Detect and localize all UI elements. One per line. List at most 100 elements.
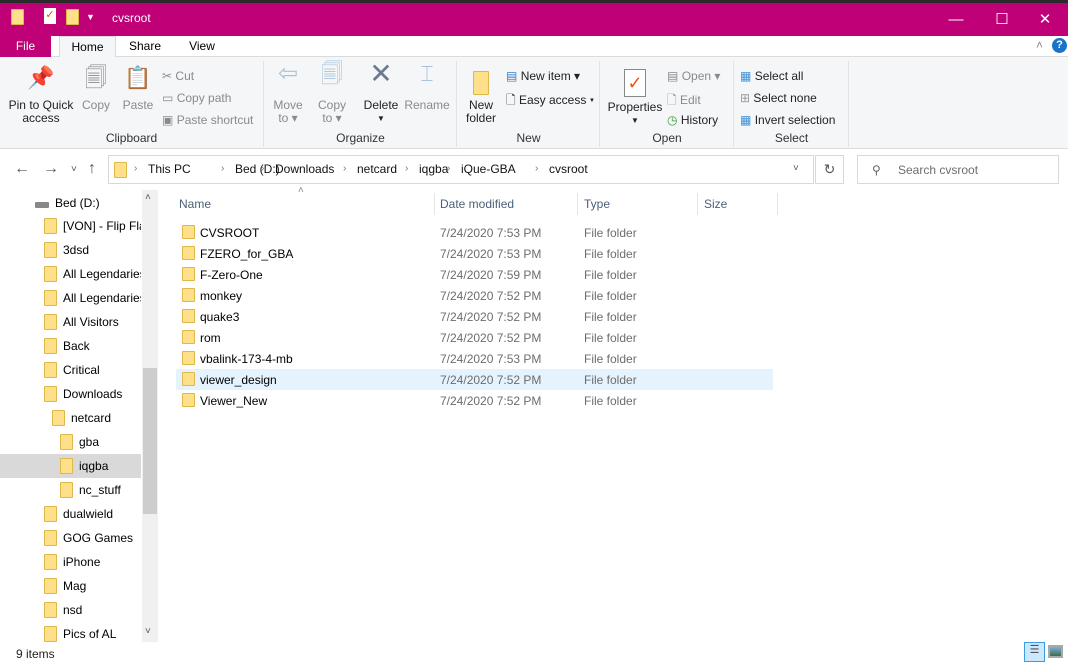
tab-share[interactable]: Share (118, 36, 172, 57)
pin-to-quick-access-button[interactable]: 📌 Pin to Quick access (6, 67, 76, 125)
select-none-button[interactable]: ⊞ Select none (740, 91, 817, 105)
address-bar[interactable]: › This PC › Bed (D:) › Downloads › netcard › iqgb… (108, 155, 814, 184)
invert-selection-button[interactable]: ▦ Invert selection (740, 113, 835, 127)
copy-path-button[interactable]: ▭ Copy path (162, 91, 231, 105)
file-row[interactable]: quake3 7/24/2020 7:52 PM File folder (176, 306, 773, 327)
customize-toolbar-icon[interactable]: ▼ (86, 12, 95, 22)
sidebar-item[interactable]: 3dsd (0, 238, 141, 262)
file-row[interactable]: rom 7/24/2020 7:52 PM File folder (176, 327, 773, 348)
file-row[interactable]: CVSROOT 7/24/2020 7:53 PM File folder (176, 222, 773, 243)
sidebar-item[interactable]: Back (0, 334, 141, 358)
tab-home[interactable]: Home (59, 36, 116, 58)
easy-access-button[interactable]: 🗋 Easy access ▾ (506, 91, 594, 112)
breadcrumb-separator-icon[interactable]: › (221, 163, 224, 174)
breadcrumb-item[interactable]: iQue-GBA (461, 162, 516, 176)
folder-icon (44, 602, 57, 618)
search-input[interactable]: ⚲ Search cvsroot (857, 155, 1059, 184)
copy-button[interactable]: 🗐 Copy (80, 67, 112, 112)
forward-button[interactable]: → (43, 160, 59, 178)
back-button[interactable]: ← (14, 160, 30, 178)
sidebar-item[interactable]: Downloads (0, 382, 141, 406)
rename-button[interactable]: ⌶ Rename (404, 63, 450, 112)
sidebar-item[interactable]: iPhone (0, 550, 141, 574)
maximize-button[interactable]: ☐ (979, 6, 1025, 34)
scrollbar-thumb[interactable] (143, 368, 157, 514)
recent-locations-button[interactable]: ˅ (71, 164, 77, 175)
edit-button[interactable]: 🗋 Edit (667, 91, 701, 112)
sidebar-item[interactable]: nc_stuff (0, 478, 141, 502)
breadcrumb-item[interactable]: Downloads (275, 162, 334, 176)
file-row[interactable]: FZERO_for_GBA 7/24/2020 7:53 PM File folde… (176, 243, 773, 264)
paste-shortcut-button[interactable]: ▣ Paste shortcut (162, 113, 253, 127)
up-button[interactable]: ↑ (88, 160, 96, 178)
sidebar-item[interactable]: dualwield (0, 502, 141, 526)
collapse-ribbon-icon[interactable]: ˄ (1036, 38, 1043, 52)
details-view-button[interactable]: ☰ (1024, 642, 1045, 662)
folder-icon (44, 314, 57, 330)
refresh-button[interactable]: ↻ (815, 155, 844, 184)
sidebar-item[interactable]: GOG Games (0, 526, 141, 550)
sidebar-item[interactable]: Mag (0, 574, 141, 598)
sidebar-item[interactable]: iqgba (0, 454, 141, 478)
column-header-date[interactable]: Date modified (434, 193, 578, 215)
sidebar-scrollbar[interactable]: ˄ ˅ (142, 190, 158, 642)
close-button[interactable]: ✕ (1022, 6, 1068, 34)
folder-icon (182, 309, 195, 323)
file-row[interactable]: viewer_design 7/24/2020 7:52 PM File folde… (176, 369, 773, 390)
breadcrumb-item[interactable]: netcard (357, 162, 397, 176)
file-row[interactable]: F-Zero-One 7/24/2020 7:59 PM File folder (176, 264, 773, 285)
properties-button[interactable]: ✓ Properties ▼ (605, 69, 665, 127)
breadcrumb-item[interactable]: This PC (148, 162, 191, 176)
tab-file[interactable]: File (0, 36, 51, 57)
sidebar-item-drive[interactable]: Bed (D:) (0, 190, 141, 214)
sidebar-item[interactable]: netcard (0, 406, 141, 430)
breadcrumb-separator-icon[interactable]: › (134, 163, 137, 174)
sidebar-item[interactable]: [VON] - Flip Flap (0, 214, 141, 238)
new-folder-quick-icon[interactable] (66, 9, 79, 25)
folder-icon (44, 386, 57, 402)
group-label: Select (774, 131, 809, 145)
properties-quick-icon[interactable]: ✓ (44, 8, 56, 24)
breadcrumb-separator-icon[interactable]: › (343, 163, 346, 174)
file-row[interactable]: Viewer_New 7/24/2020 7:52 PM File folder (176, 390, 773, 411)
file-row[interactable]: monkey 7/24/2020 7:52 PM File folder (176, 285, 773, 306)
file-row[interactable]: vbalink-173-4-mb 7/24/2020 7:53 PM File fo… (176, 348, 773, 369)
move-to-button[interactable]: ⇦ Move to ▾ (271, 62, 305, 125)
column-header-name[interactable]: Name (173, 193, 435, 215)
breadcrumb-separator-icon[interactable]: › (261, 163, 264, 174)
file-date: 7/24/2020 7:53 PM (440, 352, 542, 366)
breadcrumb-item[interactable]: cvsroot (549, 162, 588, 176)
folder-icon (182, 393, 195, 407)
new-folder-button[interactable]: New folder (462, 71, 500, 125)
breadcrumb-separator-icon[interactable]: › (405, 163, 408, 174)
select-all-button[interactable]: ▦ Select all (740, 69, 803, 83)
sidebar-item-label: netcard (71, 411, 112, 425)
sidebar-item[interactable]: nsd (0, 598, 141, 622)
column-header-type[interactable]: Type (578, 193, 698, 215)
column-header-size[interactable]: Size (698, 193, 778, 215)
breadcrumb-separator-icon[interactable]: › (447, 163, 450, 174)
delete-button[interactable]: ✕ Delete ▼ (363, 60, 399, 125)
help-icon[interactable]: ? (1052, 38, 1067, 53)
new-item-button[interactable]: ▤ New item ▾ (506, 69, 580, 83)
cut-button[interactable]: ✂ Cut (162, 69, 194, 83)
sidebar-item[interactable]: Pics of AL (0, 622, 141, 646)
sidebar-item[interactable]: All Legendaries (0, 262, 141, 286)
scroll-down-icon[interactable]: ˅ (145, 626, 151, 637)
paste-button[interactable]: 📋 Paste (122, 67, 154, 112)
scroll-up-icon[interactable]: ˄ (145, 192, 151, 203)
breadcrumb-item[interactable]: iqgba (419, 162, 448, 176)
sidebar-item[interactable]: All Visitors (0, 310, 141, 334)
sidebar-item[interactable]: Critical (0, 358, 141, 382)
copy-to-button[interactable]: 🗐 Copy to ▾ (315, 63, 349, 125)
large-icons-view-button[interactable] (1048, 645, 1063, 658)
sidebar-item[interactable]: gba (0, 430, 141, 454)
tab-view[interactable]: View (176, 36, 228, 57)
breadcrumb-separator-icon[interactable]: › (535, 163, 538, 174)
sidebar-item[interactable]: All Legendaries (0, 286, 141, 310)
address-dropdown-icon[interactable]: ˅ (793, 163, 799, 174)
open-button[interactable]: ▤ Open ▾ (667, 69, 720, 83)
history-button[interactable]: ◷ History (667, 113, 718, 127)
minimize-button[interactable]: — (933, 6, 979, 34)
breadcrumb-item[interactable]: Bed (D:) (235, 162, 280, 176)
